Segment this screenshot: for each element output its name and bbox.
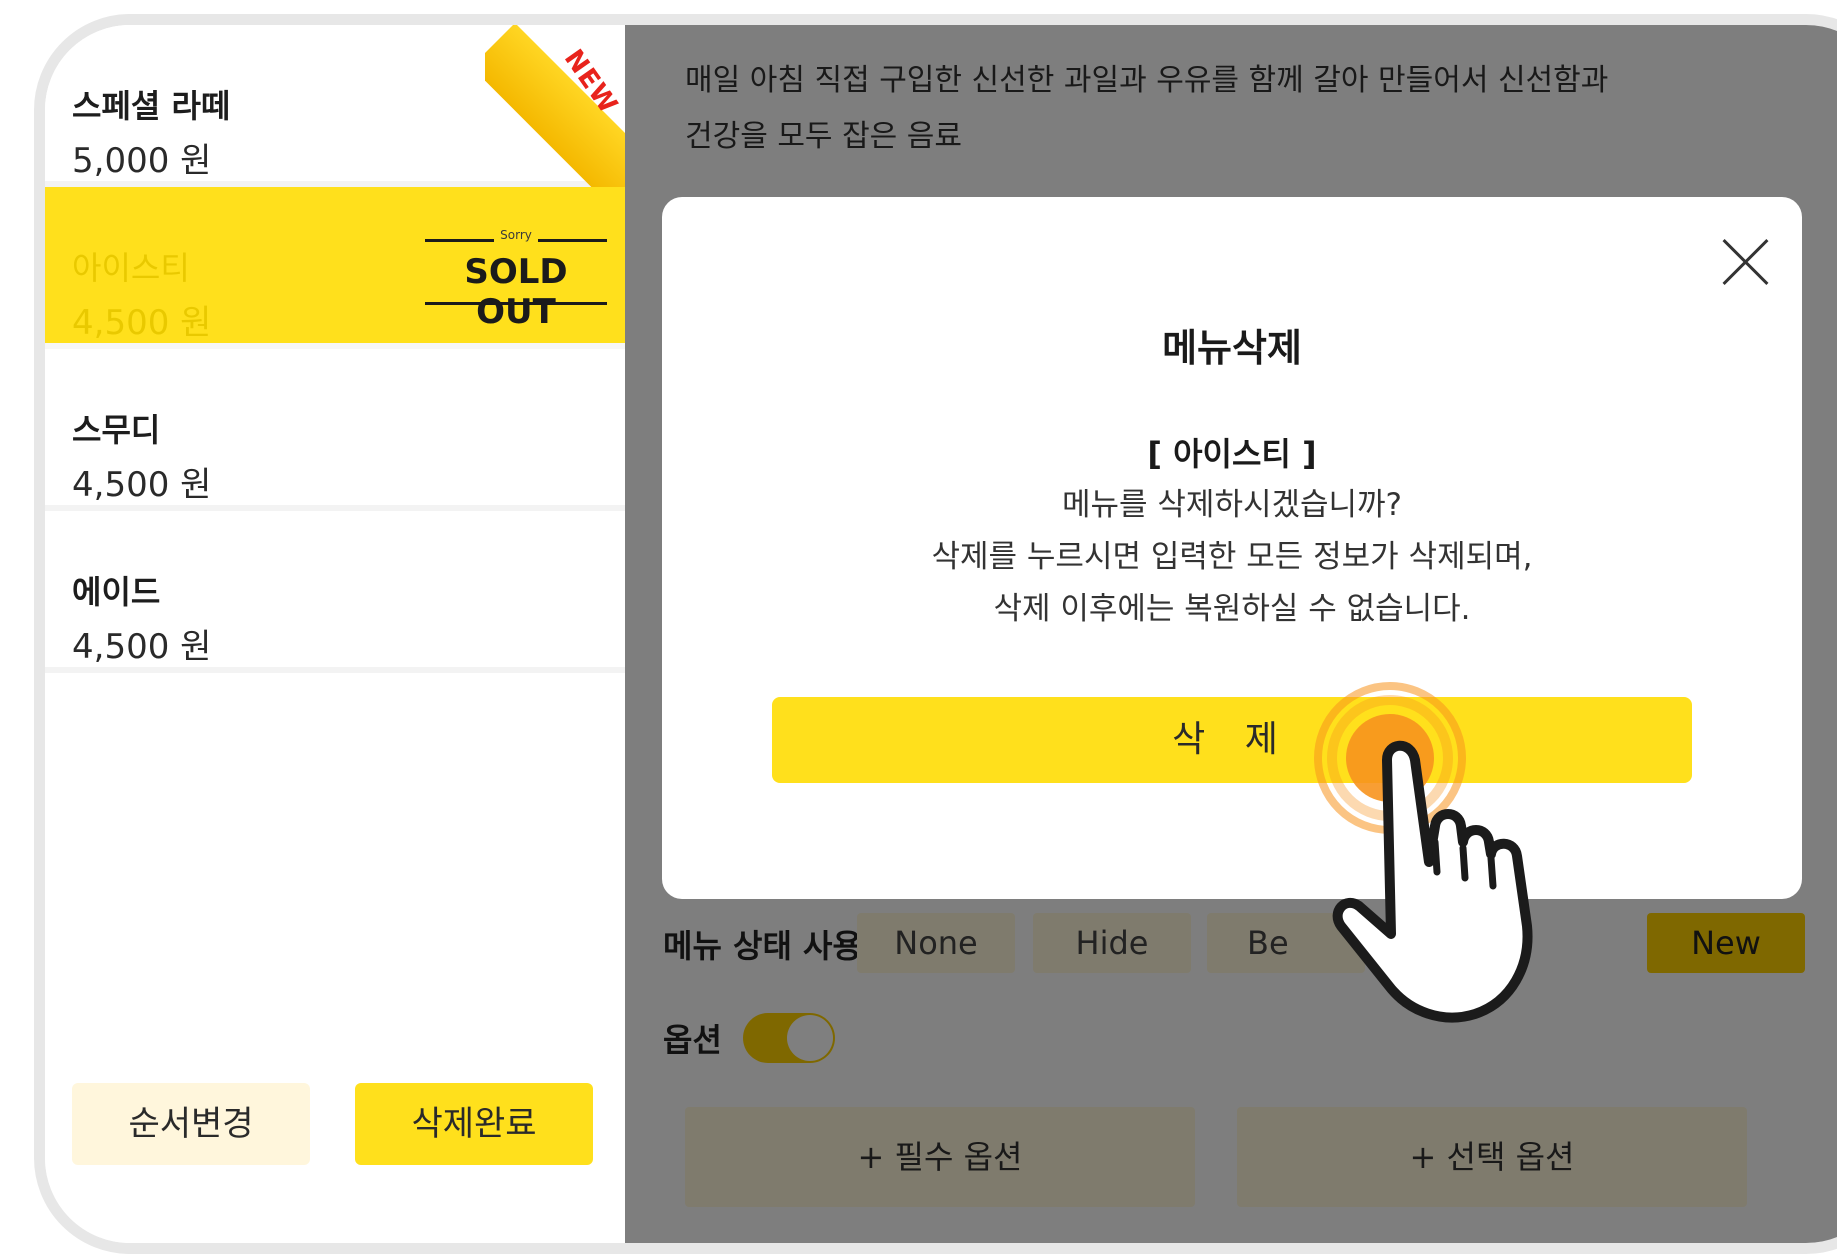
dialog-message-line-3: 삭제 이후에는 복원하실 수 없습니다.	[993, 591, 1471, 627]
delete-menu-dialog: 메뉴삭제 [ 아이스티 ] 메뉴를 삭제하시겠습니까? 삭제를 누르시면 입력한…	[662, 197, 1802, 899]
menu-detail-panel: 매일 아침 직접 구입한 신선한 과일과 우유를 함께 갈아 만들어서 신선함과…	[625, 25, 1837, 1243]
delete-done-button[interactable]: 삭제완료	[355, 1083, 593, 1165]
menu-item-iced-tea[interactable]: 아이스티 4,500 원 Sorry SOLD OUT	[45, 187, 625, 349]
confirm-delete-button[interactable]: 삭 제	[772, 697, 1692, 783]
menu-item-price: 4,500 원	[72, 303, 212, 343]
menu-item-name: 스무디	[72, 411, 161, 449]
dialog-message-line-1: 메뉴를 삭제하시겠습니까?	[1061, 487, 1403, 523]
menu-list-panel: 스페셜 라떼 5,000 원 NEW 아이스티 4,500 원 Sorry SO…	[45, 25, 665, 1243]
sold-out-badge: Sorry SOLD OUT	[425, 228, 607, 332]
menu-item-ade[interactable]: 에이드 4,500 원	[45, 511, 625, 673]
menu-item-special-latte[interactable]: 스페셜 라떼 5,000 원 NEW	[45, 25, 665, 195]
menu-item-name: 스페셜 라떼	[72, 87, 231, 125]
reorder-button[interactable]: 순서변경	[72, 1083, 310, 1165]
menu-item-name: 에이드	[72, 573, 161, 611]
menu-item-price: 4,500 원	[72, 465, 212, 505]
dialog-message: 메뉴를 삭제하시겠습니까? 삭제를 누르시면 입력한 모든 정보가 삭제되며, …	[662, 479, 1802, 635]
close-icon[interactable]	[1720, 237, 1770, 287]
menu-item-price: 4,500 원	[72, 627, 212, 667]
dialog-item-name: [ 아이스티 ]	[1147, 435, 1317, 473]
menu-item-smoothie[interactable]: 스무디 4,500 원	[45, 349, 625, 511]
dialog-title: 메뉴삭제	[1162, 326, 1302, 370]
sold-out-label: SOLD OUT	[464, 252, 568, 332]
sold-out-sorry-label: Sorry	[494, 228, 538, 242]
menu-item-name: 아이스티	[72, 249, 190, 287]
menu-item-price: 5,000 원	[72, 141, 212, 181]
tablet-frame: 스페셜 라떼 5,000 원 NEW 아이스티 4,500 원 Sorry SO…	[34, 14, 1837, 1254]
dialog-message-line-2: 삭제를 누르시면 입력한 모든 정보가 삭제되며,	[931, 539, 1533, 575]
